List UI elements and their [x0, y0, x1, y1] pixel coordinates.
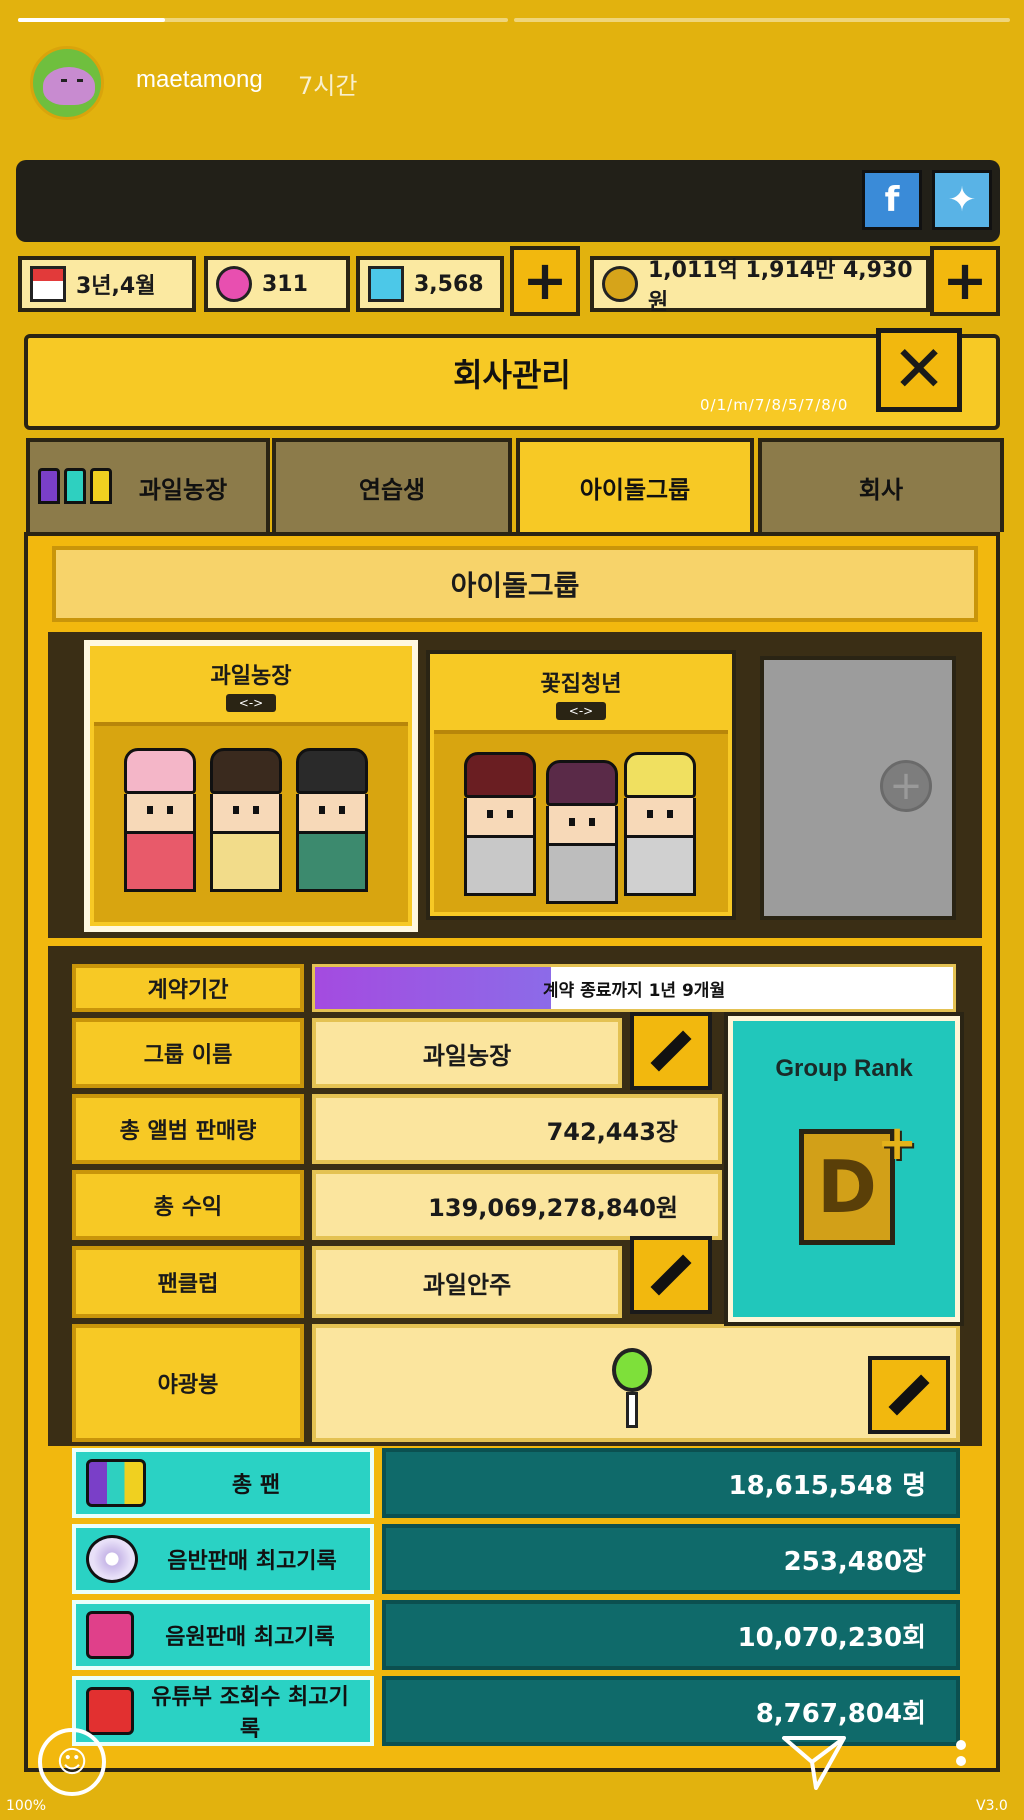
tab-fruit-farm[interactable]: 과일농장 [26, 438, 270, 532]
tab-trainees-label: 연습생 [358, 475, 426, 504]
group-card-name: 과일농장 [210, 664, 292, 689]
tab-trainees[interactable]: 연습생 [272, 438, 512, 532]
zoom-level: 100% [6, 1798, 47, 1814]
video-record-value: 8,767,804회 [382, 1676, 960, 1746]
edit-lightstick-button[interactable] [868, 1356, 950, 1434]
coin-icon [602, 266, 638, 302]
game-top-bar [16, 160, 1000, 242]
stat-label-text: 유튜부 조회수 최고기록 [151, 1685, 349, 1742]
group-card-stage [94, 722, 408, 922]
section-title: 아이돌그룹 [52, 546, 978, 622]
member-3 [296, 748, 368, 892]
contract-remaining-text: 계약 종료까지 1년 9개월 [542, 980, 726, 1001]
facebook-share-button[interactable]: f [862, 170, 922, 230]
revenue-value: 139,069,278,840원 [312, 1170, 722, 1240]
group-rank-card: Group Rank D + [724, 1012, 964, 1326]
tab-fruit-farm-label: 과일농장 [138, 475, 228, 504]
story-segment-1-fill [18, 18, 165, 22]
story-progress [18, 18, 1010, 22]
blue-gem-value: 3,568 [414, 271, 484, 297]
video-record-label: 유튜부 조회수 최고기록 [72, 1676, 374, 1746]
version-code: 0/1/m/7/8/5/7/8/0 [700, 396, 849, 414]
add-group-icon[interactable]: + [880, 760, 932, 812]
edit-fanclub-button[interactable] [630, 1236, 712, 1314]
revenue-label: 총 수익 [72, 1170, 304, 1240]
money-value: 1,011억 1,914만 4,930원 [648, 258, 913, 315]
send-icon[interactable] [782, 1734, 846, 1790]
date-display: 3년,4월 [18, 256, 196, 312]
member-1 [124, 748, 196, 892]
pencil-icon [888, 1374, 930, 1416]
pink-gem-counter: 311 [204, 256, 350, 312]
window-title: 회사관리 [453, 356, 571, 394]
stat-label-text: 총 팬 [231, 1473, 281, 1498]
twitter-share-button[interactable]: ✦ [932, 170, 992, 230]
total-fans-label: 총 팬 [72, 1448, 374, 1518]
username[interactable]: maetamong [136, 66, 263, 94]
group-card-arrows[interactable]: <-> [556, 702, 606, 720]
avatar[interactable] [30, 46, 104, 120]
post-time: 7시간 [298, 72, 358, 100]
close-button[interactable]: ✕ [876, 328, 962, 412]
lightstick-label: 야광봉 [72, 1324, 304, 1442]
fanclub-label: 팬클럽 [72, 1246, 304, 1318]
calendar-icon [30, 266, 66, 302]
group-card-flower-shop[interactable]: 꽃집청년 <-> [426, 650, 736, 920]
fans-icon [38, 468, 118, 508]
fanclub-value: 과일안주 [312, 1246, 622, 1318]
blue-gem-counter: 3,568 [356, 256, 504, 312]
date-value: 3년,4월 [76, 274, 156, 299]
group-card-arrows[interactable]: <-> [226, 694, 276, 712]
reaction-smile-button[interactable]: ☺ [38, 1728, 106, 1796]
tab-company-label: 회사 [858, 475, 904, 504]
contract-progress-bar: 계약 종료까지 1년 9개월 [312, 964, 956, 1012]
member-1 [464, 752, 536, 896]
add-gem-button[interactable]: + [510, 246, 580, 316]
member-3 [624, 752, 696, 896]
group-name-value: 과일농장 [312, 1018, 622, 1088]
group-card-name: 꽃집청년 [540, 672, 622, 697]
album-record-label: 음반판매 최고기록 [72, 1524, 374, 1594]
group-name-label: 그룹 이름 [72, 1018, 304, 1088]
member-2 [546, 760, 618, 904]
pencil-icon [650, 1254, 692, 1296]
music-record-value: 10,070,230회 [382, 1600, 960, 1670]
total-fans-value: 18,615,548 명 [382, 1448, 960, 1518]
disc-icon [86, 1535, 138, 1583]
group-card-fruit-farm[interactable]: 과일농장 <-> [84, 640, 418, 932]
money-counter: 1,011억 1,914만 4,930원 [590, 256, 930, 315]
tab-idol-group[interactable]: 아이돌그룹 [516, 438, 754, 532]
tab-company[interactable]: 회사 [758, 438, 1004, 532]
app-version: V3.0 [976, 1798, 1008, 1814]
pencil-icon [650, 1030, 692, 1072]
fans-icon [86, 1459, 146, 1507]
rank-modifier: + [877, 1115, 918, 1171]
music-record-label: 음원판매 최고기록 [72, 1600, 374, 1670]
member-2 [210, 748, 282, 892]
stat-label-text: 음반판매 최고기록 [167, 1549, 337, 1574]
story-segment-2 [514, 18, 1010, 22]
contract-label: 계약기간 [72, 964, 304, 1012]
album-sales-label: 총 앨범 판매량 [72, 1094, 304, 1164]
group-rank-title: Group Rank [775, 1055, 913, 1082]
add-money-button[interactable]: + [930, 246, 1000, 316]
pink-gem-icon [216, 266, 252, 302]
story-segment-1 [18, 18, 508, 22]
blue-gem-icon [368, 266, 404, 302]
album-sales-value: 742,443장 [312, 1094, 722, 1164]
album-record-value: 253,480장 [382, 1524, 960, 1594]
lightstick-icon [612, 1348, 652, 1428]
edit-group-name-button[interactable] [630, 1012, 712, 1090]
music-note-icon [86, 1611, 134, 1659]
pink-gem-value: 311 [262, 271, 308, 297]
video-play-icon [86, 1687, 134, 1735]
tab-idol-group-label: 아이돌그룹 [579, 475, 691, 504]
stat-label-text: 음원판매 최고기록 [165, 1625, 335, 1650]
more-options-icon[interactable] [956, 1740, 968, 1772]
group-card-stage [434, 730, 728, 912]
